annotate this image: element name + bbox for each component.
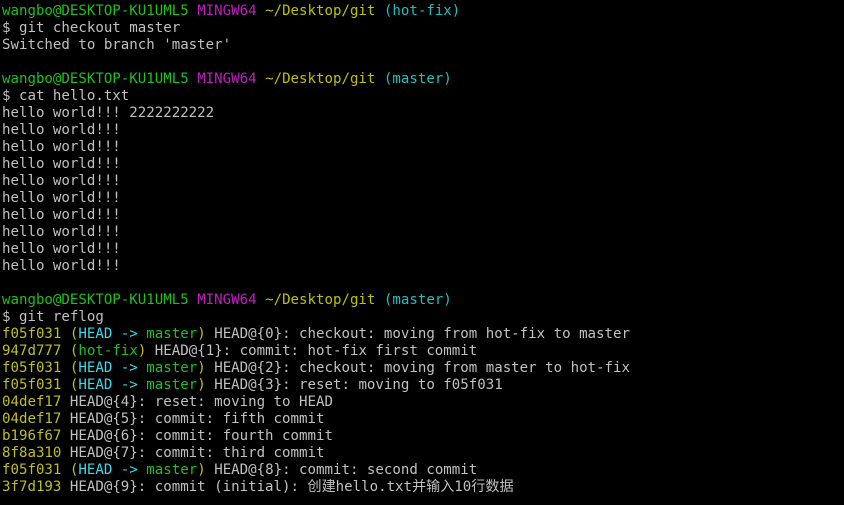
ref-close: ) — [197, 326, 206, 342]
reflog-message: HEAD@{2}: checkout: moving from master t… — [205, 360, 630, 376]
file-content-line: hello world!!! — [2, 122, 121, 138]
ref-branch: master — [146, 326, 198, 342]
prompt-user-host: wangbo@DESKTOP-KU1UML5 — [2, 71, 189, 87]
commit-hash: 947d777 — [2, 343, 62, 359]
prompt-line: wangbo@DESKTOP-KU1UML5 MINGW64 ~/Desktop… — [2, 71, 844, 88]
file-content-line: hello world!!! — [2, 190, 121, 206]
prompt-path: ~/Desktop/git — [265, 3, 376, 19]
command-line: $ cat hello.txt — [2, 88, 130, 104]
prompt-path: ~/Desktop/git — [265, 292, 376, 308]
commit-hash: 8f8a310 — [2, 445, 62, 461]
reflog-message: HEAD@{3}: reset: moving to f05f031 — [205, 377, 503, 393]
reflog-message: HEAD@{4}: reset: moving to HEAD — [61, 394, 333, 410]
ref-branch: master — [146, 360, 198, 376]
reflog-message: HEAD@{0}: checkout: moving from hot-fix … — [205, 326, 630, 342]
reflog-entry: f05f031 (HEAD -> master) HEAD@{8}: commi… — [2, 462, 844, 479]
file-content-line: hello world!!! 2222222222 — [2, 105, 215, 121]
prompt-line: wangbo@DESKTOP-KU1UML5 MINGW64 ~/Desktop… — [2, 292, 844, 309]
reflog-entry: 3f7d193 HEAD@{9}: commit (initial): 创建he… — [2, 479, 844, 496]
commit-hash: f05f031 — [2, 360, 62, 376]
commit-hash: 04def17 — [2, 411, 62, 427]
file-content-line: hello world!!! — [2, 207, 121, 223]
file-content-line: hello world!!! — [2, 241, 121, 257]
prompt-user-host: wangbo@DESKTOP-KU1UML5 — [2, 292, 189, 308]
file-content-line: hello world!!! — [2, 258, 121, 274]
reflog-entry: 8f8a310 HEAD@{7}: commit: third commit — [2, 445, 844, 462]
ref-head: HEAD -> — [78, 360, 147, 376]
commit-hash: 3f7d193 — [2, 479, 62, 495]
file-content-line: hello world!!! — [2, 224, 121, 240]
reflog-message: HEAD@{1}: commit: hot-fix first commit — [146, 343, 478, 359]
command-line: $ git reflog — [2, 309, 104, 325]
commit-hash: f05f031 — [2, 377, 62, 393]
commit-hash: b196f67 — [2, 428, 62, 444]
file-content-line: hello world!!! — [2, 139, 121, 155]
reflog-entry: 04def17 HEAD@{4}: reset: moving to HEAD — [2, 394, 844, 411]
prompt-user-host: wangbo@DESKTOP-KU1UML5 — [2, 3, 189, 19]
reflog-message: HEAD@{8}: commit: second commit — [205, 462, 478, 478]
reflog-message: HEAD@{7}: commit: third commit — [61, 445, 325, 461]
commit-hash: f05f031 — [2, 326, 62, 342]
reflog-entry: 04def17 HEAD@{5}: commit: fifth commit — [2, 411, 844, 428]
prompt-env: MINGW64 — [197, 292, 257, 308]
file-content-line: hello world!!! — [2, 173, 121, 189]
ref-head: HEAD -> — [78, 326, 147, 342]
ref-branch: master — [146, 462, 198, 478]
prompt-env: MINGW64 — [197, 3, 257, 19]
ref-close: ) — [197, 377, 206, 393]
commit-hash: 04def17 — [2, 394, 62, 410]
reflog-entry: b196f67 HEAD@{6}: commit: fourth commit — [2, 428, 844, 445]
ref-head: HEAD -> — [78, 377, 147, 393]
prompt-branch: (master) — [383, 71, 452, 87]
reflog-message: HEAD@{9}: commit (initial): 创建hello.txt并… — [61, 479, 514, 495]
command-output: Switched to branch 'master' — [2, 37, 232, 53]
reflog-message: HEAD@{6}: commit: fourth commit — [61, 428, 333, 444]
reflog-entry: f05f031 (HEAD -> master) HEAD@{3}: reset… — [2, 377, 844, 394]
prompt-branch: (master) — [383, 292, 452, 308]
reflog-message: HEAD@{5}: commit: fifth commit — [61, 411, 325, 427]
ref-branch: hot-fix — [78, 343, 138, 359]
prompt-path: ~/Desktop/git — [265, 71, 376, 87]
ref-close: ) — [197, 360, 206, 376]
ref-head: HEAD -> — [78, 462, 147, 478]
file-content-line: hello world!!! — [2, 156, 121, 172]
commit-hash: f05f031 — [2, 462, 62, 478]
prompt-env: MINGW64 — [197, 71, 257, 87]
prompt-branch: (hot-fix) — [383, 3, 461, 19]
terminal-window[interactable]: wangbo@DESKTOP-KU1UML5 MINGW64 ~/Desktop… — [0, 0, 844, 505]
command-line: $ git checkout master — [2, 20, 181, 36]
ref-close: ) — [197, 462, 206, 478]
reflog-entry: f05f031 (HEAD -> master) HEAD@{2}: check… — [2, 360, 844, 377]
reflog-entry: f05f031 (HEAD -> master) HEAD@{0}: check… — [2, 326, 844, 343]
ref-branch: master — [146, 377, 198, 393]
prompt-line: wangbo@DESKTOP-KU1UML5 MINGW64 ~/Desktop… — [2, 3, 844, 20]
reflog-entry: 947d777 (hot-fix) HEAD@{1}: commit: hot-… — [2, 343, 844, 360]
